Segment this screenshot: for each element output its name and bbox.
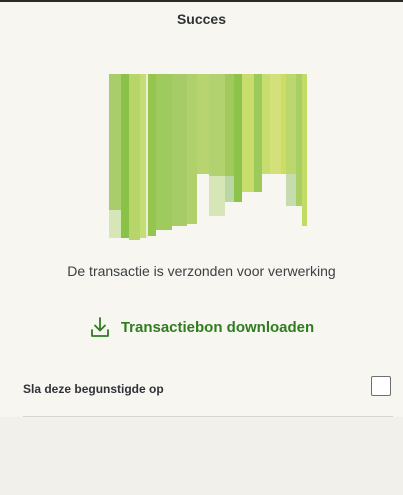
save-beneficiary-label: Sla deze begunstigde op — [23, 382, 164, 396]
save-beneficiary-row[interactable]: Sla deze begunstigde op — [0, 358, 403, 417]
page-title: Succes — [176, 11, 227, 27]
download-receipt-button[interactable]: Transactiebon downloaden — [0, 316, 403, 338]
divider — [23, 416, 393, 417]
save-beneficiary-panel: Sla deze begunstigde op — [0, 358, 403, 495]
save-beneficiary-checkbox[interactable] — [371, 376, 391, 396]
download-icon — [90, 317, 109, 337]
top-border — [0, 0, 403, 2]
download-receipt-label: Transactiebon downloaden — [120, 318, 315, 336]
status-message: De transactie is verzonden voor verwerki… — [67, 263, 336, 279]
barcode-receipt-illustration — [109, 74, 309, 240]
